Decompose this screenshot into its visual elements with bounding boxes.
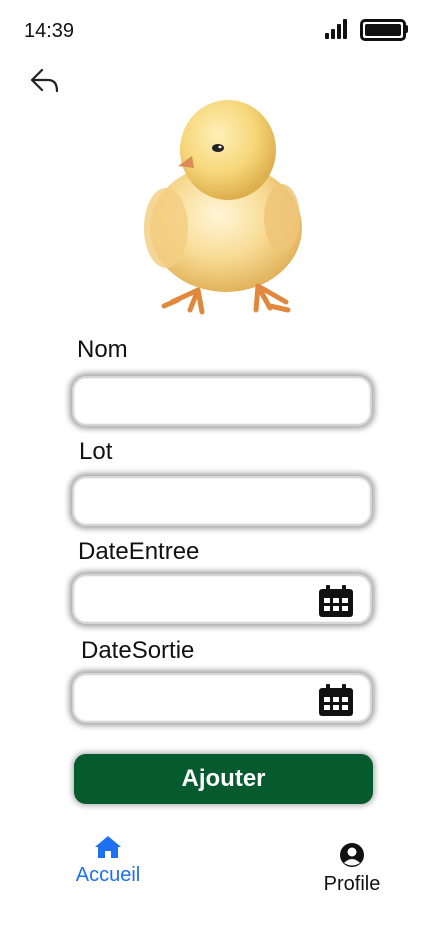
calendar-icon[interactable] xyxy=(318,684,354,716)
nav-label-accueil: Accueil xyxy=(75,864,141,886)
status-bar: 14:39 xyxy=(0,0,430,62)
nav-item-profile[interactable]: Profile xyxy=(316,842,388,896)
lot-field[interactable] xyxy=(72,476,372,526)
ajouter-button[interactable]: Ajouter xyxy=(74,754,373,804)
user-circle-icon xyxy=(340,843,364,867)
battery-icon xyxy=(360,19,406,41)
nom-field[interactable] xyxy=(72,376,372,426)
status-time: 14:39 xyxy=(24,20,75,42)
date-entree-field[interactable] xyxy=(72,574,372,624)
nav-label-profile: Profile xyxy=(323,873,381,895)
label-date-sortie: DateSortie xyxy=(81,637,195,664)
reply-arrow-icon xyxy=(30,68,59,93)
label-lot: Lot xyxy=(79,438,113,465)
back-button[interactable] xyxy=(26,62,62,98)
date-entree-input[interactable] xyxy=(74,576,332,622)
chick-image xyxy=(144,100,302,315)
label-nom: Nom xyxy=(77,336,128,363)
label-date-entree: DateEntree xyxy=(78,538,200,565)
battery-cap xyxy=(405,25,408,33)
home-icon xyxy=(95,836,121,858)
nav-item-accueil[interactable]: Accueil xyxy=(68,835,148,887)
calendar-icon[interactable] xyxy=(318,585,354,617)
date-sortie-field[interactable] xyxy=(72,673,372,723)
date-sortie-input[interactable] xyxy=(74,675,332,721)
nom-input[interactable] xyxy=(74,378,332,424)
signal-icon xyxy=(325,19,349,39)
lot-input[interactable] xyxy=(74,478,332,524)
